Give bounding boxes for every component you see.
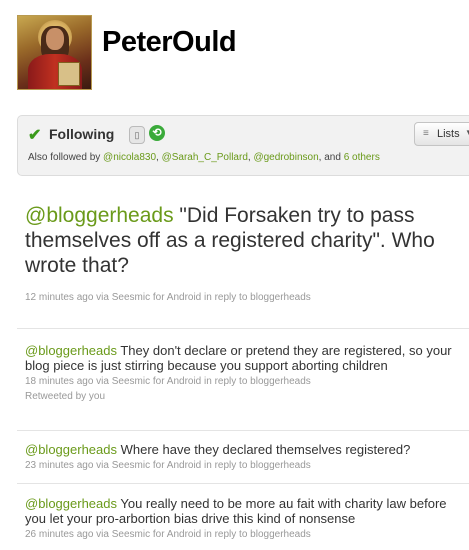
tweet-meta: 18 minutes ago via Seesmic for Android i… <box>25 375 465 388</box>
follower-link[interactable]: @gedrobinson <box>253 152 318 163</box>
tweet-item: @bloggerheads Where have they declared t… <box>25 442 465 472</box>
main-tweet: @bloggerheads "Did Forsaken try to pass … <box>25 203 465 278</box>
others-link[interactable]: 6 others <box>344 152 380 163</box>
tweet-meta: 26 minutes ago via Seesmic for Android i… <box>25 528 465 541</box>
mention-link[interactable]: @bloggerheads <box>25 496 117 511</box>
and-text: , and <box>318 152 341 163</box>
lists-label: Lists <box>437 128 460 140</box>
in-reply-text: in reply to <box>204 460 248 471</box>
avatar-book <box>58 62 80 86</box>
mention-link[interactable]: @bloggerheads <box>25 343 117 358</box>
retweet-icon[interactable]: ⟲ <box>149 125 165 141</box>
in-reply-text: in reply to <box>204 292 248 303</box>
mention-link[interactable]: @bloggerheads <box>25 204 174 227</box>
following-status[interactable]: Following <box>49 126 114 142</box>
divider <box>17 483 469 484</box>
divider <box>17 328 469 329</box>
reply-to-link[interactable]: bloggerheads <box>250 292 311 303</box>
via-text: via <box>96 376 109 387</box>
tweet-client[interactable]: Seesmic for Android <box>112 460 202 471</box>
tweet-client[interactable]: Seesmic for Android <box>112 529 202 540</box>
tweet-meta: 23 minutes ago via Seesmic for Android i… <box>25 459 465 472</box>
mention-link[interactable]: @bloggerheads <box>25 442 117 457</box>
follower-link[interactable]: @nicola830 <box>103 152 156 163</box>
tweet-time[interactable]: 12 minutes ago <box>25 292 93 303</box>
via-text: via <box>96 292 109 303</box>
in-reply-text: in reply to <box>204 376 248 387</box>
tweet-client[interactable]: Seesmic for Android <box>112 376 202 387</box>
profile-avatar[interactable] <box>17 15 92 90</box>
follower-link[interactable]: @Sarah_C_Pollard <box>162 152 248 163</box>
tweet-time[interactable]: 23 minutes ago <box>25 460 93 471</box>
via-text: via <box>96 460 109 471</box>
tweet-time[interactable]: 26 minutes ago <box>25 529 93 540</box>
check-icon: ✔ <box>28 127 42 144</box>
lists-button[interactable]: ≡ Lists ▼ <box>414 122 469 146</box>
retweeted-label: Retweeted by you <box>25 391 106 402</box>
also-followed-by: Also followed by @nicola830, @Sarah_C_Po… <box>28 152 380 163</box>
in-reply-text: in reply to <box>204 529 248 540</box>
reply-to-link[interactable]: bloggerheads <box>250 376 311 387</box>
tweet-text: Where have they declared themselves regi… <box>116 442 411 457</box>
reply-to-link[interactable]: bloggerheads <box>250 460 311 471</box>
follow-box: ✔ Following ▯ ⟲ ≡ Lists ▼ Also followed … <box>17 115 469 176</box>
tweet-client[interactable]: Seesmic for Android <box>112 292 202 303</box>
tweet-time[interactable]: 18 minutes ago <box>25 376 93 387</box>
via-text: via <box>96 529 109 540</box>
tweet-item: @bloggerheads You really need to be more… <box>25 496 465 541</box>
caret-down-icon: ▼ <box>465 128 469 137</box>
reply-to-link[interactable]: bloggerheads <box>250 529 311 540</box>
avatar-face <box>46 28 64 50</box>
also-followed-prefix: Also followed by <box>28 152 101 163</box>
tweet-meta: 12 minutes ago via Seesmic for Android i… <box>25 292 311 303</box>
tweet-item: @bloggerheads They don't declare or pret… <box>25 343 465 403</box>
phone-icon[interactable]: ▯ <box>129 126 145 144</box>
list-icon: ≡ <box>423 128 429 139</box>
divider <box>17 430 469 431</box>
profile-screen-name: PeterOuld <box>102 26 237 58</box>
